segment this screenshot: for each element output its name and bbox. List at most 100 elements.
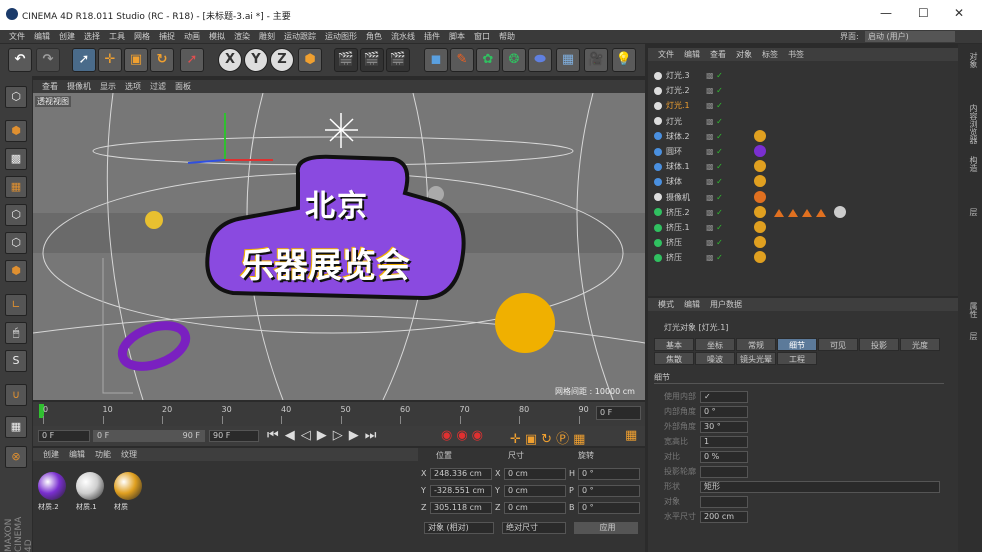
attribute-menu-item[interactable]: 模式 [658,300,674,309]
size-field[interactable]: 0 cm [504,485,566,497]
object-row[interactable]: 挤压 ▩ ✓ [654,250,954,265]
visibility-toggle-icon[interactable]: ▩ [706,101,714,110]
start-frame-field[interactable]: 0 F [38,430,90,442]
visibility-toggle-icon[interactable]: ▩ [706,71,714,80]
tab-row2-3[interactable]: 工程 [777,352,817,365]
enabled-check-icon[interactable]: ✓ [714,101,723,110]
material-tag-icon[interactable] [754,129,766,142]
side-tab[interactable]: 属性 [961,302,979,318]
material-tag-icon[interactable] [754,251,766,264]
object-menu-item[interactable]: 文件 [658,50,674,59]
viewport-menu-item[interactable]: 显示 [100,80,116,93]
object-menu-item[interactable]: 查看 [710,50,726,59]
visibility-toggle-icon[interactable]: ▩ [706,253,714,262]
polygons-mode-icon[interactable]: ⬢ [5,260,27,282]
attribute-menu-item[interactable]: 编辑 [684,300,700,309]
menu-item[interactable]: 编辑 [34,30,50,43]
material-swatch[interactable]: 材质.2 [36,470,68,511]
move-tool-icon[interactable]: ✛ [98,48,122,72]
material-tag-icon[interactable] [754,145,766,157]
menu-item[interactable]: 脚本 [449,30,465,43]
tab-2[interactable]: 常规 [736,338,776,351]
attribute-value[interactable]: 1 [700,436,748,448]
enabled-check-icon[interactable]: ✓ [714,223,723,232]
material-tag-icon[interactable] [834,205,846,218]
object-row[interactable]: 灯光 ▩ ✓ [654,114,954,129]
visibility-toggle-icon[interactable]: ▩ [706,223,714,232]
material-tag-icon[interactable] [754,221,766,233]
enabled-check-icon[interactable]: ✓ [714,253,723,262]
rotation-field[interactable]: 0 ° [578,502,640,514]
viewport-menu-item[interactable]: 面板 [175,80,191,93]
tab-6[interactable]: 光度 [900,338,940,351]
object-row[interactable]: 灯光.3 ▩ ✓ [654,68,954,83]
range-slider[interactable]: 0 F 90 F [93,430,205,442]
select-tool-icon[interactable]: ➚ [72,48,96,72]
deformer-icon[interactable]: ⬬ [528,48,552,72]
side-tab[interactable]: 构造 [961,156,979,172]
material-tag-icon[interactable] [754,175,766,188]
material-menu-item[interactable]: 功能 [95,450,111,459]
tab-5[interactable]: 投影 [859,338,899,351]
attribute-value[interactable]: 矩形 [700,481,940,493]
object-menu-item[interactable]: 编辑 [684,50,700,59]
tab-3[interactable]: 细节 [777,338,817,351]
timeline-window-icon[interactable]: ▦ [625,428,637,443]
menu-item[interactable]: 网格 [134,30,150,43]
menu-item[interactable]: 角色 [366,30,382,43]
enabled-check-icon[interactable]: ✓ [714,193,723,202]
tab-row2-0[interactable]: 焦散 [654,352,694,365]
coord-mode-select[interactable]: 对象 (相对) [424,522,494,534]
render-view-icon[interactable]: 🎬 [334,48,358,72]
material-tag-icon[interactable] [754,205,766,218]
rotation-field[interactable]: 0 ° [578,485,640,497]
menu-item[interactable]: 创建 [59,30,75,43]
tab-1[interactable]: 坐标 [695,338,735,351]
tab-0[interactable]: 基本 [654,338,694,351]
material-tag-icon[interactable] [754,190,766,203]
recent-tool-icon[interactable]: ➚ [180,48,204,72]
menu-item[interactable]: 窗口 [474,30,490,43]
object-row[interactable]: 球体.1 ▩ ✓ [654,159,954,174]
visibility-toggle-icon[interactable]: ▩ [706,177,714,186]
object-row[interactable]: 灯光.1 ▩ ✓ [654,98,954,113]
coord-size-mode-select[interactable]: 绝对尺寸 [502,522,566,534]
object-menu-item[interactable]: 对象 [736,50,752,59]
end-frame-field[interactable]: 90 F [209,430,259,442]
magnet-icon[interactable]: ∪ [5,384,27,406]
material-tag-icon[interactable] [754,236,766,249]
scale-tool-icon[interactable]: ▣ [124,48,148,72]
visibility-toggle-icon[interactable]: ▩ [706,132,714,141]
record-buttons[interactable]: ◉◉◉ [441,428,487,443]
z-axis-button[interactable]: Z [270,48,294,72]
x-axis-button[interactable]: X [218,48,242,72]
layout-select[interactable]: 启动 (用户) [865,31,955,42]
material-menu-item[interactable]: 编辑 [69,450,85,459]
edges-mode-icon[interactable]: ⬡ [5,232,27,254]
size-field[interactable]: 0 cm [504,468,566,480]
viewport[interactable]: 透视视图 北京 乐器展览会 网格间距 : 10000 cm [33,93,645,400]
menu-item[interactable]: 运动跟踪 [284,30,316,43]
object-menu-item[interactable]: 标签 [762,50,778,59]
object-menu-item[interactable]: 书签 [788,50,804,59]
object-row[interactable]: 挤压.1 ▩ ✓ [654,220,954,235]
pen-icon[interactable]: ✎ [450,48,474,72]
tab-row2-2[interactable]: 镜头光晕 [736,352,776,365]
enabled-check-icon[interactable]: ✓ [714,208,723,217]
side-tab[interactable]: 层 [961,208,979,216]
viewport-menu-item[interactable]: 选项 [125,80,141,93]
tab-4[interactable]: 可见 [818,338,858,351]
attribute-value[interactable] [700,496,748,508]
undo-button[interactable]: ↶ [8,48,32,72]
enabled-check-icon[interactable]: ✓ [714,147,723,156]
viewport-menu-item[interactable]: 过滤 [150,80,166,93]
enabled-check-icon[interactable]: ✓ [714,71,723,80]
minimize-button[interactable]: — [880,6,892,20]
attribute-value[interactable]: ✓ [700,391,748,403]
visibility-toggle-icon[interactable]: ▩ [706,117,714,126]
grid-icon[interactable]: ▦ [5,416,27,438]
attribute-value[interactable]: 0 ° [700,406,748,418]
enabled-check-icon[interactable]: ✓ [714,132,723,141]
points-mode-icon[interactable]: ⬡ [5,204,27,226]
enabled-check-icon[interactable]: ✓ [714,117,723,126]
